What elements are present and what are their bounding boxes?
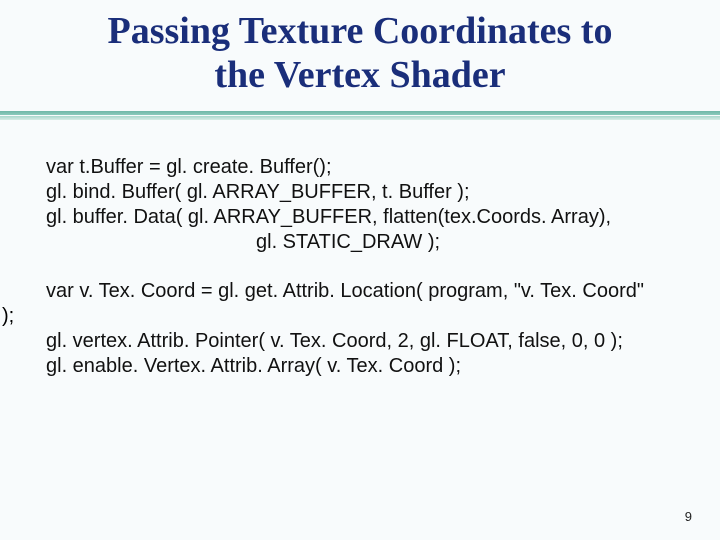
code-line: gl. STATIC_DRAW ); (46, 230, 680, 255)
code-block-2a: var v. Tex. Coord = gl. get. Attrib. Loc… (0, 279, 720, 304)
code-line: gl. bind. Buffer( gl. ARRAY_BUFFER, t. B… (46, 180, 680, 205)
spacer (0, 255, 720, 279)
code-line: gl. buffer. Data( gl. ARRAY_BUFFER, flat… (46, 205, 680, 230)
code-line: var v. Tex. Coord = gl. get. Attrib. Loc… (46, 279, 680, 304)
horizontal-rule (0, 111, 720, 121)
code-block-2b: gl. vertex. Attrib. Pointer( v. Tex. Coo… (0, 329, 720, 379)
code-line: var t.Buffer = gl. create. Buffer(); (46, 155, 680, 180)
rule-bar-bottom (0, 116, 720, 120)
title-line-1: Passing Texture Coordinates to (40, 10, 680, 54)
code-line-trailing-paren: ); (0, 304, 720, 329)
rule-bar-top (0, 111, 720, 115)
code-line: gl. vertex. Attrib. Pointer( v. Tex. Coo… (46, 329, 680, 354)
page-number: 9 (685, 509, 692, 524)
slide-title: Passing Texture Coordinates to the Verte… (0, 0, 720, 111)
code-line: gl. enable. Vertex. Attrib. Array( v. Te… (46, 354, 680, 379)
code-block-1: var t.Buffer = gl. create. Buffer(); gl.… (0, 155, 720, 255)
title-line-2: the Vertex Shader (40, 54, 680, 98)
